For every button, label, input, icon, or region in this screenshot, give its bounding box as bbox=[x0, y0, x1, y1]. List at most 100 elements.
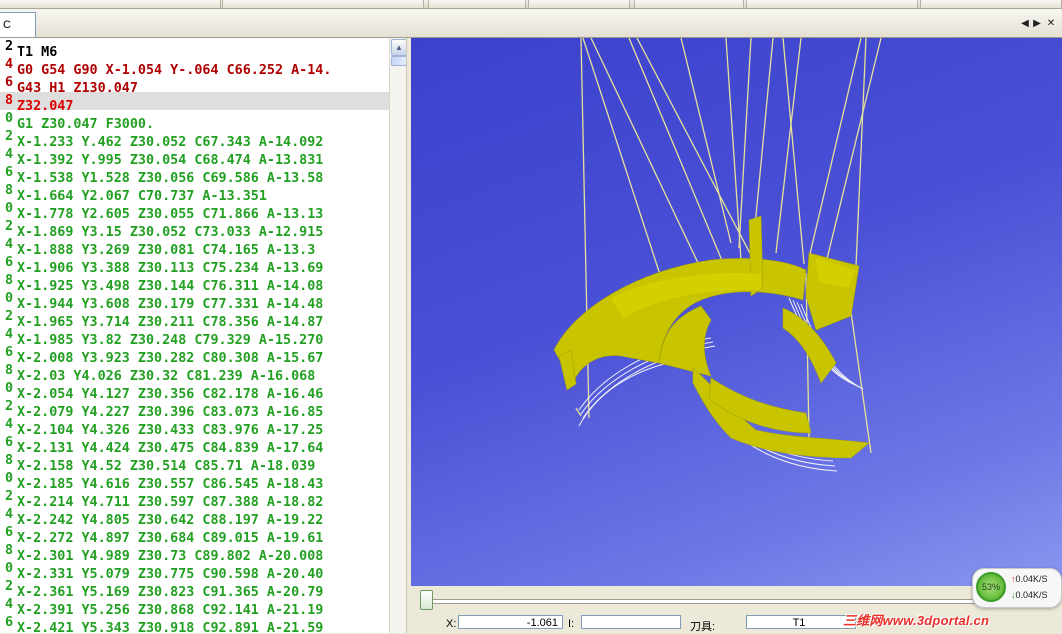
line-number: 2 bbox=[4, 309, 13, 324]
code-text: X-2.421 Y5.343 Z30.918 C92.891 A-21.59 bbox=[17, 621, 324, 633]
code-line[interactable]: 4 G0 G54 G90 X-1.054 Y-.064 C66.252 A-14. bbox=[0, 56, 389, 78]
menu-button-5[interactable] bbox=[634, 0, 744, 8]
code-line[interactable]: 0 X-2.185 Y4.616 Z30.557 C86.545 A-18.43 bbox=[0, 470, 389, 492]
i-coord-field bbox=[581, 615, 681, 629]
code-line[interactable]: 2 X-2.079 Y4.227 Z30.396 C83.073 A-16.85 bbox=[0, 398, 389, 420]
line-number: 4 bbox=[4, 57, 13, 72]
line-number: 0 bbox=[4, 291, 13, 306]
code-line[interactable]: 2 X-1.233 Y.462 Z30.052 C67.343 A-14.092 bbox=[0, 128, 389, 150]
code-line[interactable]: 6 X-1.538 Y1.528 Z30.056 C69.586 A-13.58 bbox=[0, 164, 389, 186]
tab-label: C bbox=[3, 19, 11, 31]
code-line[interactable]: 4 X-1.392 Y.995 Z30.054 C68.474 A-13.831 bbox=[0, 146, 389, 168]
line-number: 6 bbox=[4, 165, 13, 180]
x-coord-label: X: bbox=[446, 618, 457, 630]
code-line[interactable]: 6 X-1.906 Y3.388 Z30.113 C75.234 A-13.69 bbox=[0, 254, 389, 276]
network-speed-widget[interactable]: 53% ↑0.04K/S ↓0.04K/S bbox=[972, 568, 1062, 608]
code-line[interactable]: 2 X-1.965 Y3.714 Z30.211 C78.356 A-14.87 bbox=[0, 308, 389, 330]
line-number: 6 bbox=[4, 255, 13, 270]
line-number: 6 bbox=[4, 615, 13, 630]
line-number: 2 bbox=[4, 579, 13, 594]
line-number: 4 bbox=[4, 147, 13, 162]
line-number: 6 bbox=[4, 435, 13, 450]
usage-percent-ring: 53% bbox=[976, 572, 1006, 602]
tool-field: T1 bbox=[746, 615, 856, 629]
code-line[interactable]: 4 X-1.888 Y3.269 Z30.081 C74.165 A-13.3 bbox=[0, 236, 389, 258]
tool-label: 刀具: bbox=[690, 621, 716, 633]
line-number: 8 bbox=[4, 183, 13, 198]
upload-rate: ↑0.04K/S bbox=[1011, 574, 1048, 584]
x-coord-field: -1.061 bbox=[458, 615, 563, 629]
code-line[interactable]: 6 X-2.008 Y3.923 Z30.282 C80.308 A-15.67 bbox=[0, 344, 389, 366]
code-line[interactable]: 0 X-1.944 Y3.608 Z30.179 C77.331 A-14.48 bbox=[0, 290, 389, 312]
download-rate-value: 0.04K/S bbox=[1015, 590, 1048, 600]
line-number: 2 bbox=[4, 399, 13, 414]
toolpath-render bbox=[553, 38, 882, 472]
line-number: 8 bbox=[4, 453, 13, 468]
menu-bar bbox=[0, 0, 1062, 9]
code-line[interactable]: 0 X-2.054 Y4.127 Z30.356 C82.178 A-16.46 bbox=[0, 380, 389, 402]
code-line[interactable]: 0 X-1.778 Y2.605 Z30.055 C71.866 A-13.13 bbox=[0, 200, 389, 222]
tab-strip: C ◀ ▶ ✕ bbox=[0, 9, 1062, 38]
line-number: 2 bbox=[4, 129, 13, 144]
line-number: 8 bbox=[4, 273, 13, 288]
tab-next-icon[interactable]: ▶ bbox=[1031, 18, 1043, 29]
code-line[interactable]: 2 X-2.214 Y4.711 Z30.597 C87.388 A-18.82 bbox=[0, 488, 389, 510]
tab-nc-program[interactable]: C bbox=[0, 12, 36, 37]
line-number: 4 bbox=[4, 417, 13, 432]
line-number: 2 bbox=[4, 219, 13, 234]
code-line[interactable]: 2 T1 M6 bbox=[0, 38, 389, 60]
menu-button-3[interactable] bbox=[428, 0, 526, 8]
simulation-slider-thumb[interactable] bbox=[420, 590, 433, 610]
scroll-thumb[interactable] bbox=[391, 56, 407, 66]
menu-button-6[interactable] bbox=[746, 0, 918, 8]
i-coord-label: I: bbox=[568, 618, 575, 630]
tab-prev-icon[interactable]: ◀ bbox=[1019, 18, 1031, 29]
menu-button-7[interactable] bbox=[920, 0, 1062, 8]
line-number: 0 bbox=[4, 201, 13, 216]
code-line[interactable]: 8 X-2.03 Y4.026 Z30.32 C81.239 A-16.068 bbox=[0, 362, 389, 384]
code-line[interactable]: 6 X-2.272 Y4.897 Z30.684 C89.015 A-19.61 bbox=[0, 524, 389, 546]
line-number: 6 bbox=[4, 345, 13, 360]
scroll-up-icon[interactable]: ▲ bbox=[391, 39, 407, 56]
menu-button-1[interactable] bbox=[0, 0, 221, 8]
line-number: 4 bbox=[4, 597, 13, 612]
line-number: 6 bbox=[4, 75, 13, 90]
code-line[interactable]: 4 X-1.985 Y3.82 Z30.248 C79.329 A-15.270 bbox=[0, 326, 389, 348]
line-number: 0 bbox=[4, 561, 13, 576]
line-number: 4 bbox=[4, 237, 13, 252]
code-line[interactable]: 6 X-2.131 Y4.424 Z30.475 C84.839 A-17.64 bbox=[0, 434, 389, 456]
line-number: 4 bbox=[4, 507, 13, 522]
code-line[interactable]: 8 Z32.047 bbox=[0, 92, 389, 114]
code-line[interactable]: 0 X-2.331 Y5.079 Z30.775 C90.598 A-20.40 bbox=[0, 560, 389, 582]
part-surfaces bbox=[553, 215, 870, 459]
menu-button-4[interactable] bbox=[528, 0, 630, 8]
line-number: 8 bbox=[4, 93, 13, 108]
code-line[interactable]: 8 X-2.301 Y4.989 Z30.73 C89.802 A-20.008 bbox=[0, 542, 389, 564]
code-line[interactable]: 2 X-2.361 Y5.169 Z30.823 C91.365 A-20.79 bbox=[0, 578, 389, 600]
nc-code-editor[interactable]: 2 T1 M6 4 G0 G54 G90 X-1.054 Y-.064 C66.252… bbox=[0, 38, 389, 633]
code-line[interactable]: 6 X-2.421 Y5.343 Z30.918 C92.891 A-21.59 bbox=[0, 614, 389, 633]
code-line[interactable]: 0 G1 Z30.047 F3000. bbox=[0, 110, 389, 132]
code-vertical-scrollbar[interactable]: ▲ bbox=[389, 38, 407, 633]
line-number: 0 bbox=[4, 381, 13, 396]
site-watermark: 三维网www.3dportal.cn bbox=[843, 613, 990, 628]
line-number: 8 bbox=[4, 363, 13, 378]
simulation-slider-track[interactable] bbox=[425, 599, 987, 604]
toolpath-3d-viewport[interactable] bbox=[411, 38, 1062, 586]
tab-close-icon[interactable]: ✕ bbox=[1045, 18, 1057, 29]
code-line[interactable]: 4 X-2.104 Y4.326 Z30.433 C83.976 A-17.25 bbox=[0, 416, 389, 438]
line-number: 8 bbox=[4, 543, 13, 558]
code-line[interactable]: 8 X-1.664 Y2.067 C70.737 A-13.351 bbox=[0, 182, 389, 204]
code-line[interactable]: 8 X-2.158 Y4.52 Z30.514 C85.71 A-18.039 bbox=[0, 452, 389, 474]
download-rate: ↓0.04K/S bbox=[1011, 590, 1048, 600]
line-number: 6 bbox=[4, 525, 13, 540]
code-line[interactable]: 8 X-1.925 Y3.498 Z30.144 C76.311 A-14.08 bbox=[0, 272, 389, 294]
code-line[interactable]: 4 X-2.242 Y4.805 Z30.642 C88.197 A-19.22 bbox=[0, 506, 389, 528]
line-number: 2 bbox=[4, 489, 13, 504]
line-number: 4 bbox=[4, 327, 13, 342]
line-number: 0 bbox=[4, 471, 13, 486]
code-line[interactable]: 4 X-2.391 Y5.256 Z30.868 C92.141 A-21.19 bbox=[0, 596, 389, 618]
code-line[interactable]: 2 X-1.869 Y3.15 Z30.052 C73.033 A-12.915 bbox=[0, 218, 389, 240]
menu-button-2[interactable] bbox=[222, 0, 424, 8]
line-number: 0 bbox=[4, 111, 13, 126]
